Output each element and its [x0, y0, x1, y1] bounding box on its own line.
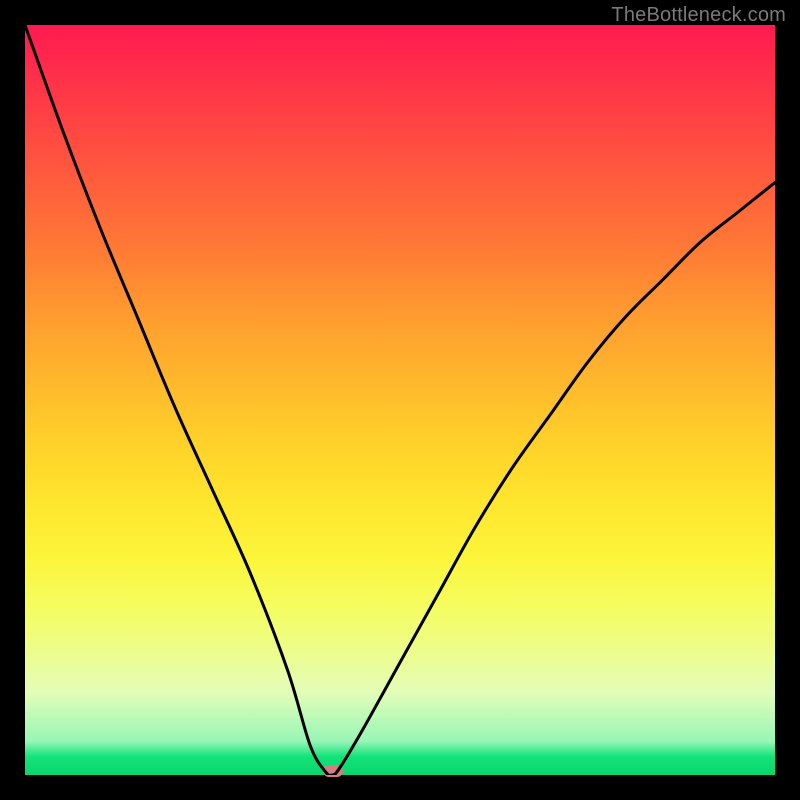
chart-frame: TheBottleneck.com — [0, 0, 800, 800]
curve-svg — [25, 25, 775, 775]
bottleneck-curve — [25, 25, 775, 775]
plot-area — [25, 25, 775, 775]
watermark-text: TheBottleneck.com — [611, 4, 786, 27]
